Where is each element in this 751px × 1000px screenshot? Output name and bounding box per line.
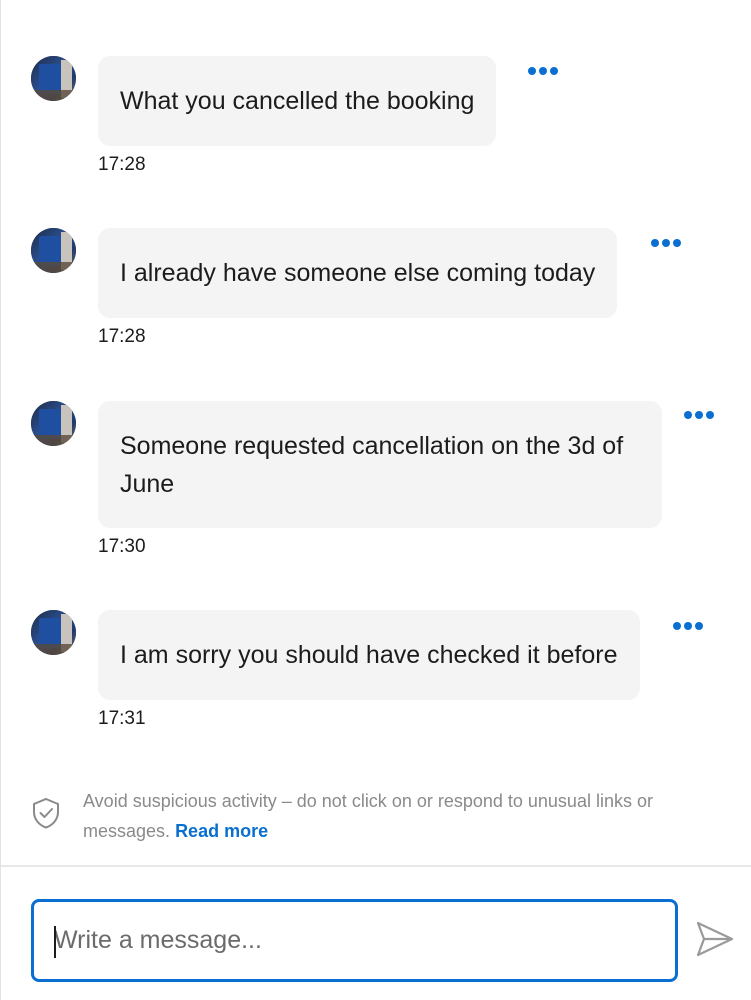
send-icon[interactable] — [695, 920, 735, 958]
message-text: Someone requested cancellation on the 3d… — [120, 431, 624, 498]
avatar[interactable] — [31, 228, 76, 273]
more-options-icon[interactable] — [673, 622, 703, 630]
avatar[interactable] — [31, 610, 76, 655]
message-time: 17:30 — [98, 536, 146, 557]
more-options-icon[interactable] — [651, 239, 681, 247]
message-time: 17:31 — [98, 708, 146, 729]
message-bubble: I already have someone else coming today — [98, 228, 618, 318]
avatar[interactable] — [31, 56, 76, 101]
message-input[interactable] — [54, 902, 654, 979]
message-bubble: Someone requested cancellation on the 3d… — [98, 401, 662, 528]
shield-check-icon — [33, 797, 59, 829]
more-options-icon[interactable] — [528, 67, 558, 75]
more-options-icon[interactable] — [684, 411, 714, 419]
safety-notice: Avoid suspicious activity – do not click… — [1, 782, 751, 842]
message-time: 17:28 — [98, 326, 146, 347]
message-text: I already have someone else coming today — [120, 259, 596, 287]
notice-text: Avoid suspicious activity – do not click… — [83, 791, 653, 841]
message-time: 17:28 — [98, 154, 146, 175]
text-caret — [54, 926, 56, 958]
message-bubble: What you cancelled the booking — [98, 56, 497, 146]
message-composer — [31, 899, 678, 982]
read-more-link[interactable]: Read more — [175, 821, 268, 841]
divider — [1, 865, 751, 867]
message-bubble: I am sorry you should have checked it be… — [98, 610, 640, 700]
notice-text-block: Avoid suspicious activity – do not click… — [83, 786, 703, 846]
avatar[interactable] — [31, 401, 76, 446]
message-text: I am sorry you should have checked it be… — [120, 641, 618, 669]
message-text: What you cancelled the booking — [120, 87, 475, 115]
